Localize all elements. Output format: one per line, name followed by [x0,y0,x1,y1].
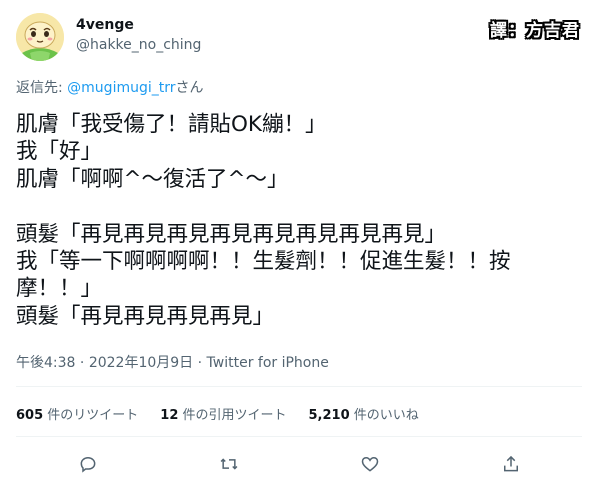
tweet-stats: 605 件のリツイート 12 件の引用ツイート 5,210 件のいいね [16,404,441,423]
meta-separator: · [75,355,89,371]
tweet-line: 我「好」 [16,139,103,165]
retweets-count: 605 [16,408,44,423]
reply-button[interactable] [70,446,106,482]
tweet-date[interactable]: 2022年10月9日 [89,355,193,371]
tweet-time[interactable]: 午後4:38 [16,355,75,371]
divider [16,436,582,437]
translator-watermark: 譯：方吉君 [490,21,580,41]
tweet-meta: 午後4:38 · 2022年10月9日 · Twitter for iPhone [16,352,329,372]
retweets-label: 件のリツイート [43,408,139,423]
tweet-line [16,193,576,220]
share-button[interactable] [493,446,529,482]
like-button[interactable] [352,446,388,482]
reply-icon [80,456,96,473]
tweet-line: 肌膚「啊啊^～復活了^～」 [16,166,289,192]
divider [16,386,582,387]
likes-label: 件のいいね [349,408,419,423]
tweet-actions [0,446,598,482]
tweet-line: 我「等一下啊啊啊啊！！生髮劑！！促進生髮！！按 [16,248,511,274]
avatar-image [16,13,64,61]
tweet-line: 頭髮「再見再見再見再見再見再見再見再見」 [16,221,447,247]
retweets-stat[interactable]: 605 件のリツイート [16,404,138,423]
likes-stat[interactable]: 5,210 件のいいね [309,404,419,423]
reply-to-mention[interactable]: @mugimugi_trr [67,80,175,96]
retweet-icon [220,458,238,470]
tweet-text: 肌膚「我受傷了！請貼OK繃！」 我「好」 肌膚「啊啊^～復活了^～」 頭髮「再見… [16,111,576,330]
quotes-count: 12 [160,408,179,423]
meta-separator: · [193,355,207,371]
quotes-stat[interactable]: 12 件の引用ツイート [160,404,286,423]
heart-icon [361,456,379,472]
author-handle[interactable]: @hakke_no_ching [76,37,201,53]
reply-to-suffix: さん [175,80,204,96]
tweet-source[interactable]: Twitter for iPhone [207,355,329,371]
retweet-button[interactable] [211,446,247,482]
tweet-line: 摩！！」 [16,276,103,302]
share-icon [504,455,518,472]
tweet-line: 肌膚「我受傷了！請貼OK繃！」 [16,112,327,137]
reply-to-prefix: 返信先: [16,80,68,96]
tweet-line: 頭髮「再見再見再見再見」 [16,303,275,329]
likes-count: 5,210 [308,408,350,423]
author-display-name[interactable]: 4venge [76,17,134,33]
avatar[interactable] [16,13,64,61]
quotes-label: 件の引用ツイート [178,408,287,423]
reply-to-line: 返信先: @mugimugi_trrさん [16,77,204,97]
